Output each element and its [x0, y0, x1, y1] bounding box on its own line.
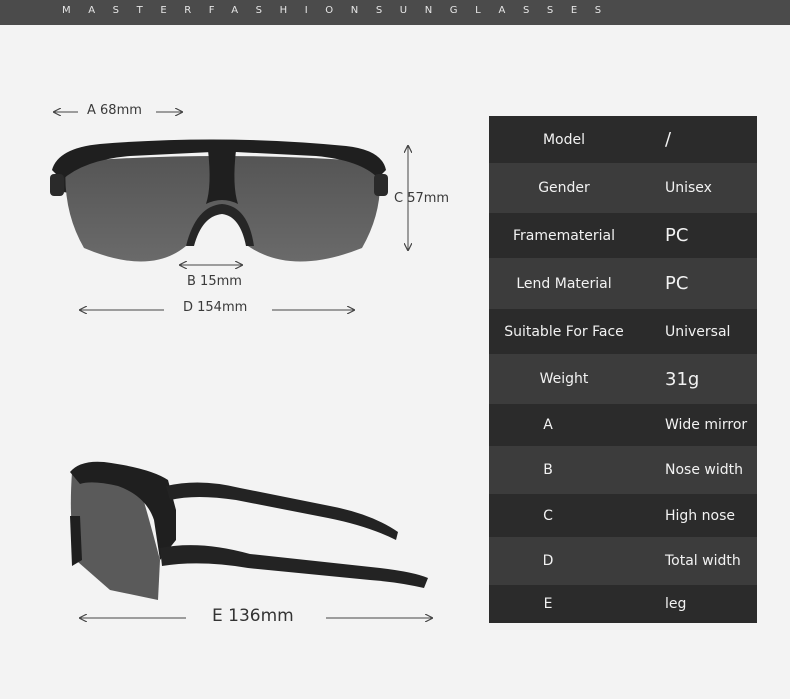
spec-value: Nose width [665, 462, 743, 478]
spec-row-a: A Wide mirror [489, 404, 757, 446]
spec-row-lens-material: Lend Material PC [489, 258, 757, 309]
spec-value: Total width [665, 553, 741, 569]
spec-label: B [543, 462, 553, 478]
spec-label: Framematerial [512, 227, 616, 244]
spec-label: A [543, 417, 553, 433]
spec-label: Model [542, 131, 586, 148]
dim-a-label: A 68mm [87, 103, 142, 118]
dim-b-label: B 15mm [187, 274, 242, 289]
spec-row-weight: Weight 31g [489, 354, 757, 404]
spec-row-d: D Total width [489, 537, 757, 585]
dim-e-label: E 136mm [212, 606, 294, 626]
spec-value: High nose [665, 507, 735, 524]
spec-table: Model / Gender Unisex Framematerial PC L… [489, 116, 757, 623]
spec-label: Suitable For Face [504, 323, 624, 340]
spec-value: PC [665, 225, 689, 246]
spec-value: Unisex [665, 180, 712, 196]
spec-label: Gender [538, 180, 590, 196]
spec-value: 31g [665, 368, 700, 390]
front-left-hinge [50, 174, 64, 196]
dim-c-label: C 57mm [394, 191, 450, 206]
spec-row-frame-material: Framematerial PC [489, 213, 757, 258]
dim-d-label: D 154mm [183, 300, 248, 315]
spec-row-e: E leg [489, 585, 757, 623]
spec-row-gender: Gender Unisex [489, 163, 757, 213]
spec-label: D [542, 553, 554, 569]
spec-label: Lend Material [516, 275, 612, 292]
front-view-glasses [50, 139, 388, 262]
spec-label: E [543, 596, 553, 612]
side-view-glasses [70, 461, 428, 600]
spec-value: leg [665, 596, 687, 612]
spec-value: PC [665, 273, 689, 294]
spec-row-c: C High nose [489, 494, 757, 537]
spec-value: / [665, 129, 672, 150]
side-lower-arm [160, 545, 428, 588]
spec-row-model: Model / [489, 116, 757, 163]
spec-value: Universal [665, 323, 731, 340]
spec-value: Wide mirror [665, 417, 748, 433]
side-upper-arm [166, 482, 398, 540]
spec-label: C [543, 507, 553, 524]
front-nose-bridge [206, 150, 238, 204]
side-nose-pad [70, 516, 82, 566]
front-right-hinge [374, 174, 388, 196]
spec-label: Weight [539, 371, 589, 387]
spec-row-face: Suitable For Face Universal [489, 309, 757, 354]
spec-row-b: B Nose width [489, 446, 757, 494]
